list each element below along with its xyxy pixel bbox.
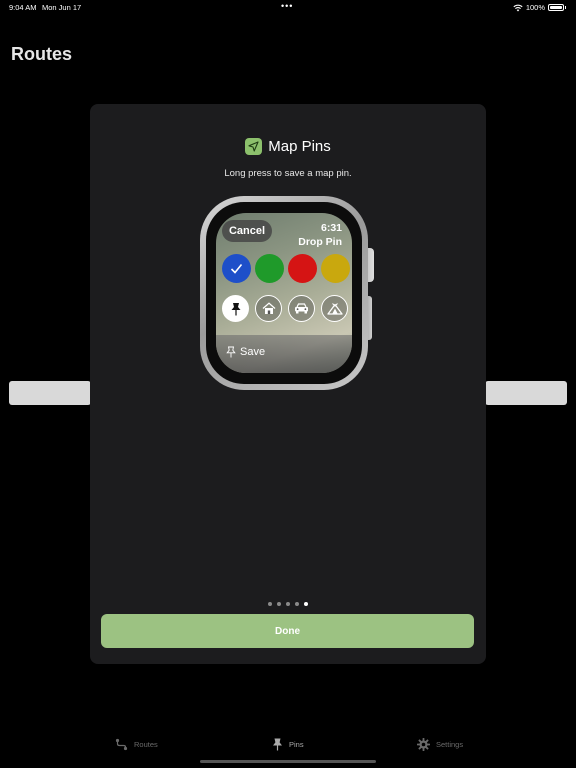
location-arrow-icon xyxy=(245,138,263,155)
watch-case: Cancel 6:31 Drop Pin Save xyxy=(200,196,368,390)
tab-pins-label: Pins xyxy=(289,740,304,749)
swatch-blue xyxy=(222,254,251,283)
tab-routes[interactable]: Routes xyxy=(115,738,158,751)
page-dot-active[interactable] xyxy=(304,602,308,606)
tab-routes-label: Routes xyxy=(134,740,158,749)
swatch-yellow xyxy=(321,254,350,283)
tab-settings-label: Settings xyxy=(436,740,464,749)
status-bar: 9:04 AM Mon Jun 17 ••• 100% xyxy=(0,0,576,14)
status-date: Mon Jun 17 xyxy=(42,3,82,12)
route-icon xyxy=(115,738,128,751)
checkmark-icon xyxy=(230,263,243,274)
tent-icon-option xyxy=(321,295,348,322)
battery-icon xyxy=(548,4,564,11)
watch-cancel-button: Cancel xyxy=(222,220,272,242)
tab-settings[interactable]: Settings xyxy=(417,738,463,751)
home-indicator[interactable] xyxy=(200,760,376,763)
page-dot[interactable] xyxy=(286,602,290,606)
pin-icon-options xyxy=(222,295,350,325)
page-indicator[interactable] xyxy=(90,602,486,606)
house-icon-option xyxy=(255,295,282,322)
status-time: 9:04 AM xyxy=(9,3,37,12)
watch-time: 6:31 xyxy=(320,222,342,234)
color-swatches xyxy=(222,254,350,284)
wifi-icon xyxy=(513,4,523,11)
swatch-red xyxy=(288,254,317,283)
page-dot[interactable] xyxy=(277,602,281,606)
modal-subtitle: Long press to save a map pin. xyxy=(224,168,352,179)
watch-illustration: Cancel 6:31 Drop Pin Save xyxy=(200,196,376,390)
gear-icon xyxy=(417,738,430,751)
background-bar-left xyxy=(9,381,91,405)
car-icon xyxy=(295,303,308,314)
multitasking-dots[interactable]: ••• xyxy=(281,1,293,11)
watch-title: Drop Pin xyxy=(298,236,342,248)
tab-bar: Routes Pins Settings xyxy=(0,732,576,758)
done-button[interactable]: Done xyxy=(101,614,474,648)
pin-icon-option xyxy=(222,295,249,322)
battery-percent: 100% xyxy=(525,3,545,12)
tent-icon xyxy=(326,302,343,315)
tab-pins[interactable]: Pins xyxy=(272,738,304,751)
status-right: 100% xyxy=(513,3,566,12)
swatch-green xyxy=(255,254,284,283)
battery-tip xyxy=(565,6,566,9)
pin-icon xyxy=(273,738,282,751)
watch-screen: Cancel 6:31 Drop Pin Save xyxy=(216,213,352,373)
page-title: Routes xyxy=(11,44,73,64)
pin-outline-icon xyxy=(226,346,236,358)
modal-heading: Map Pins xyxy=(90,138,486,155)
page-dot[interactable] xyxy=(268,602,272,606)
car-icon-option xyxy=(288,295,315,322)
pin-icon xyxy=(231,302,240,315)
modal-title: Map Pins xyxy=(268,138,331,155)
watch-save-label: Save xyxy=(240,346,266,358)
watch-save-row: Save xyxy=(216,335,352,373)
onboarding-modal: Map Pins Long press to save a map pin. C… xyxy=(90,104,486,664)
page-dot[interactable] xyxy=(295,602,299,606)
house-icon xyxy=(262,302,275,314)
background-bar-right xyxy=(485,381,567,405)
